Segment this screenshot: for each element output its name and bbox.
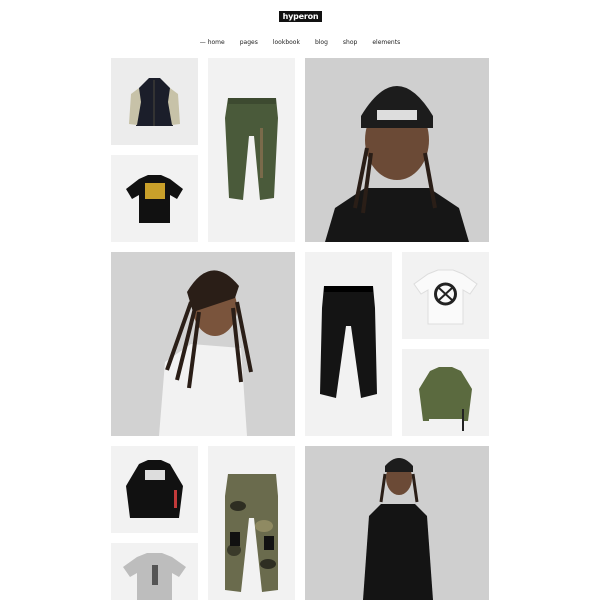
nav-item-lookbook[interactable]: lookbook — [273, 39, 300, 46]
nav-item-pages[interactable]: pages — [240, 39, 258, 46]
model-black-outfit-photo[interactable] — [305, 446, 489, 600]
main-nav: home pages lookbook blog shop elements — [0, 39, 600, 46]
model-photo — [305, 446, 489, 600]
green-sweatpants-tile[interactable] — [208, 58, 295, 242]
model-dreadlocks-photo[interactable] — [111, 252, 295, 436]
white-logo-tee-tile[interactable] — [402, 252, 489, 339]
sweatpants-icon — [225, 98, 278, 200]
jacket-tile[interactable] — [111, 58, 198, 145]
longsleeve-icon — [126, 460, 183, 518]
tshirt-icon — [126, 175, 183, 223]
tshirt-icon — [123, 553, 186, 600]
camo-pants-tile[interactable] — [208, 446, 295, 600]
site-logo[interactable]: hyperon — [279, 11, 322, 22]
black-longsleeve-tile[interactable] — [111, 446, 198, 533]
sweatpants-icon — [320, 286, 377, 398]
model-photo — [111, 252, 295, 436]
tshirt-icon — [413, 269, 478, 325]
grey-tee-tile[interactable] — [111, 543, 198, 600]
olive-longsleeve-tile[interactable] — [402, 349, 489, 436]
nav-item-elements[interactable]: elements — [372, 39, 400, 46]
black-graphic-tee-tile[interactable] — [111, 155, 198, 242]
model-beanie-photo[interactable] — [305, 58, 489, 242]
jacket-icon — [129, 78, 180, 126]
longsleeve-icon — [419, 367, 472, 431]
model-photo — [305, 58, 489, 242]
cargo-pants-icon — [225, 474, 278, 592]
nav-item-home[interactable]: home — [200, 39, 225, 46]
nav-item-shop[interactable]: shop — [343, 39, 357, 46]
black-sweatpants-tile[interactable] — [305, 252, 392, 436]
nav-item-blog[interactable]: blog — [315, 39, 328, 46]
